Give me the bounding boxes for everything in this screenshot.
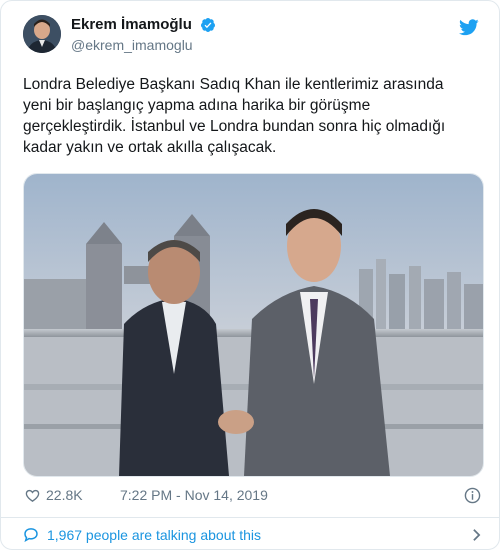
- verified-badge-icon: [201, 17, 216, 32]
- tweet-header: Ekrem İmamoğlu @ekrem_imamoglu: [23, 15, 479, 63]
- author-block[interactable]: Ekrem İmamoğlu @ekrem_imamoglu: [71, 16, 216, 53]
- like-count[interactable]: 22.8K: [46, 487, 83, 503]
- tweet-card: Ekrem İmamoğlu @ekrem_imamoglu Londra Be…: [0, 0, 500, 550]
- author-handle[interactable]: @ekrem_imamoglu: [71, 37, 216, 53]
- info-icon[interactable]: [464, 487, 481, 504]
- avatar[interactable]: [23, 15, 61, 53]
- conversation-link[interactable]: 1,967 people are talking about this: [23, 525, 483, 547]
- tweet-timestamp[interactable]: 7:22 PM - Nov 14, 2019: [120, 487, 268, 503]
- speech-bubble-icon: [24, 528, 38, 542]
- tweet-text: Londra Belediye Başkanı Sadıq Khan ile k…: [23, 76, 446, 156]
- tweet-meta: 22.8K 7:22 PM - Nov 14, 2019: [25, 487, 481, 505]
- talking-count[interactable]: 1,967 people are talking about this: [47, 527, 261, 543]
- heart-icon[interactable]: [25, 488, 40, 503]
- twitter-bird-icon[interactable]: [459, 19, 479, 36]
- chevron-right-icon[interactable]: [472, 528, 481, 542]
- tweet-photo[interactable]: [23, 173, 484, 477]
- author-name[interactable]: Ekrem İmamoğlu: [71, 16, 192, 33]
- divider: [1, 517, 499, 518]
